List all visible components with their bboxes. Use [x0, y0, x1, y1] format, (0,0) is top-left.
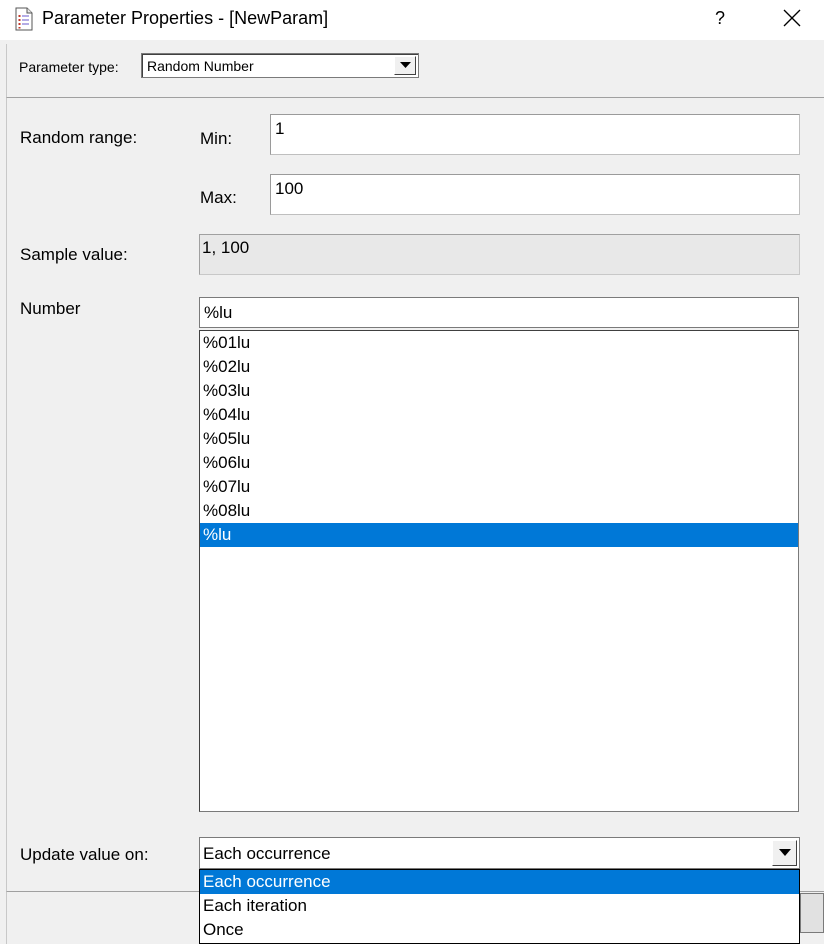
- list-item[interactable]: %06lu: [200, 451, 798, 475]
- parameter-type-dropdown-button[interactable]: [394, 56, 416, 75]
- list-item[interactable]: %02lu: [200, 355, 798, 379]
- number-format-input[interactable]: %lu: [199, 297, 799, 328]
- help-button[interactable]: ?: [700, 0, 740, 36]
- max-input[interactable]: 100: [270, 174, 800, 215]
- min-input[interactable]: 1: [270, 114, 800, 155]
- max-value: 100: [275, 179, 304, 198]
- sample-value-label: Sample value:: [20, 245, 128, 264]
- number-format-value: %lu: [204, 303, 233, 322]
- list-item[interactable]: %03lu: [200, 379, 798, 403]
- random-range-label: Random range:: [20, 128, 138, 147]
- update-value-select[interactable]: Each occurrence: [199, 837, 800, 869]
- parameter-type-select[interactable]: Random Number: [141, 53, 419, 78]
- document-list-icon: [14, 7, 34, 31]
- min-label: Min:: [200, 129, 233, 148]
- list-item[interactable]: %04lu: [200, 403, 798, 427]
- update-value-options[interactable]: Each occurrence Each iteration Once: [199, 869, 800, 944]
- max-label: Max:: [200, 188, 237, 207]
- update-value-label: Update value on:: [20, 845, 149, 864]
- list-item[interactable]: %05lu: [200, 427, 798, 451]
- chevron-down-icon: [400, 62, 411, 68]
- chevron-down-icon: [779, 849, 791, 856]
- list-item[interactable]: %08lu: [200, 499, 798, 523]
- parameter-properties-dialog: Parameter Properties - [NewParam] ? Para…: [0, 0, 824, 944]
- window-title: Parameter Properties - [NewParam]: [42, 8, 329, 28]
- parameter-type-panel: Parameter type: Random Number: [6, 44, 824, 98]
- sample-value: 1, 100: [202, 238, 250, 257]
- number-label: Number: [20, 299, 81, 318]
- dialog-button[interactable]: [800, 893, 824, 933]
- close-icon: [783, 9, 801, 27]
- parameter-type-value: Random Number: [147, 58, 254, 74]
- list-item[interactable]: %07lu: [200, 475, 798, 499]
- option-once[interactable]: Once: [200, 918, 799, 942]
- min-value: 1: [275, 119, 285, 138]
- update-value-dropdown-button[interactable]: [772, 840, 797, 866]
- option-each-occurrence[interactable]: Each occurrence: [200, 870, 799, 894]
- sample-value-field: 1, 100: [199, 234, 800, 275]
- close-button[interactable]: [770, 0, 814, 36]
- parameter-type-label: Parameter type:: [19, 59, 119, 75]
- number-format-list[interactable]: %01lu %02lu %03lu %04lu %05lu %06lu %07l…: [199, 330, 799, 812]
- list-item-selected[interactable]: %lu: [200, 523, 798, 547]
- title-bar[interactable]: Parameter Properties - [NewParam] ?: [0, 0, 824, 40]
- list-item[interactable]: %01lu: [200, 331, 798, 355]
- update-value-current: Each occurrence: [203, 844, 331, 863]
- option-each-iteration[interactable]: Each iteration: [200, 894, 799, 918]
